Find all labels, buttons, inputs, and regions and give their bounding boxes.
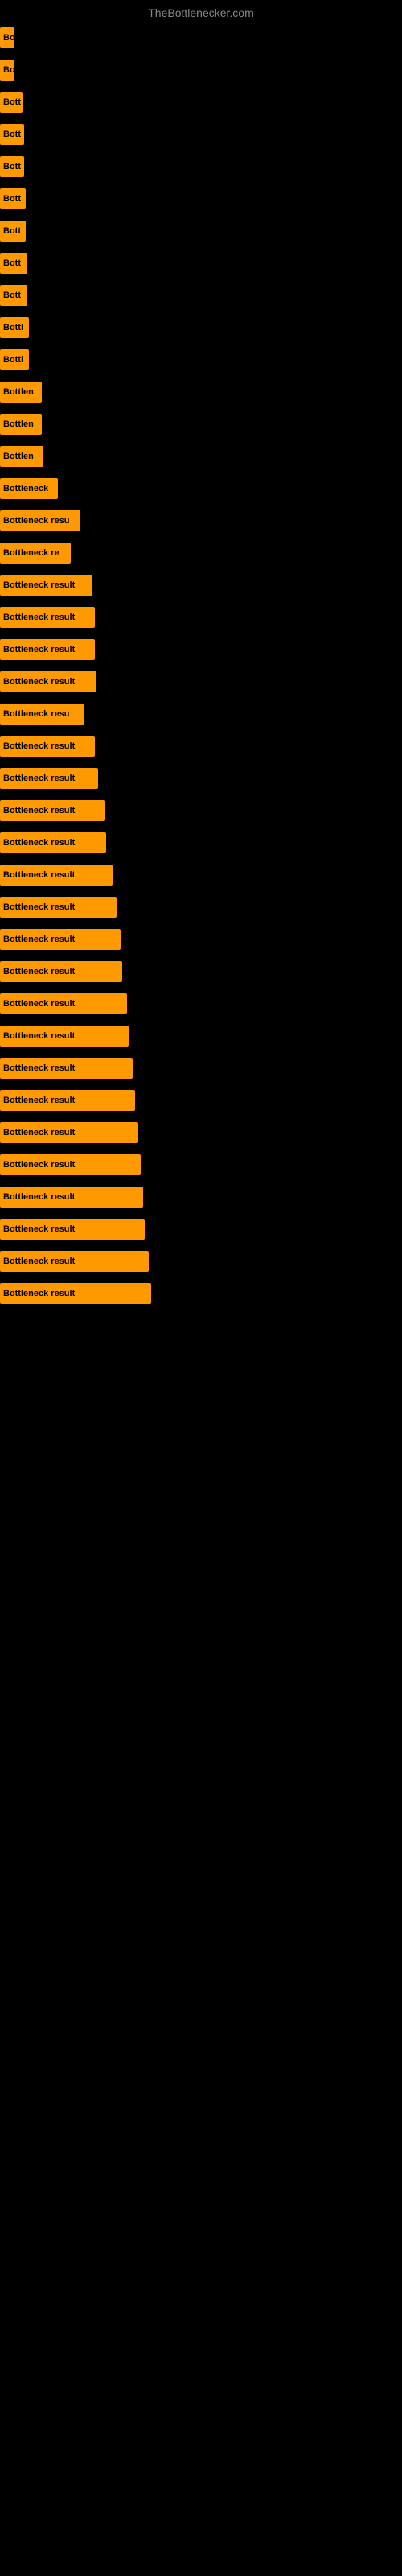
bar-label: Bott — [0, 156, 24, 177]
bar-label: Bottlen — [0, 414, 42, 435]
bar-row: Bottleneck result — [0, 956, 402, 987]
bar-label: Bottleneck result — [0, 993, 127, 1014]
bar-label: Bottleneck result — [0, 607, 95, 628]
bar-row: Bottlen — [0, 409, 402, 440]
bar-row: Bott — [0, 280, 402, 311]
bar-label: Bottl — [0, 317, 29, 338]
bar-label: Bottleneck result — [0, 1026, 129, 1046]
bar-row: Bottl — [0, 345, 402, 375]
bar-label: Bottleneck result — [0, 1187, 143, 1208]
bar-label: Bottlen — [0, 446, 43, 467]
bar-row: Bottleneck result — [0, 1246, 402, 1277]
bar-row: Bott — [0, 151, 402, 182]
bar-label: Bott — [0, 285, 27, 306]
bar-row: Bottleneck result — [0, 1021, 402, 1051]
bar-row: Bo — [0, 23, 402, 53]
bar-label: Bottleneck result — [0, 768, 98, 789]
bar-label: Bottl — [0, 349, 29, 370]
bar-row: Bott — [0, 184, 402, 214]
bar-row: Bottleneck result — [0, 828, 402, 858]
bar-row: Bottleneck result — [0, 989, 402, 1019]
bar-row: Bottleneck result — [0, 1085, 402, 1116]
bar-label: Bott — [0, 253, 27, 274]
bar-row: Bottlen — [0, 441, 402, 472]
bar-row: Bott — [0, 248, 402, 279]
bar-row: Bottleneck result — [0, 763, 402, 794]
bar-row: Bottleneck result — [0, 1278, 402, 1309]
bar-label: Bottleneck result — [0, 865, 113, 886]
bar-row: Bottleneck result — [0, 1150, 402, 1180]
bar-row: Bottleneck result — [0, 1182, 402, 1212]
site-title: TheBottlenecker.com — [0, 0, 402, 23]
bar-label: Bottleneck resu — [0, 510, 80, 531]
bar-label: Bottleneck result — [0, 1219, 145, 1240]
bar-label: Bottleneck result — [0, 897, 117, 918]
bar-row: Bottleneck result — [0, 634, 402, 665]
bar-row: Bottleneck result — [0, 924, 402, 955]
bar-label: Bottleneck result — [0, 1283, 151, 1304]
bar-row: Bottleneck result — [0, 570, 402, 601]
bar-row: Bottlen — [0, 377, 402, 407]
bar-row: Bott — [0, 87, 402, 118]
bar-row: Bottleneck result — [0, 731, 402, 762]
bar-label: Bottleneck resu — [0, 704, 84, 724]
bar-row: Bott — [0, 216, 402, 246]
bar-label: Bottleneck — [0, 478, 58, 499]
bar-row: Bottleneck result — [0, 1117, 402, 1148]
bar-row: Bottleneck resu — [0, 506, 402, 536]
bar-label: Bottleneck result — [0, 1154, 141, 1175]
bar-label: Bott — [0, 221, 26, 242]
bar-row: Bottleneck resu — [0, 699, 402, 729]
bar-label: Bottleneck result — [0, 736, 95, 757]
bar-row: Bottleneck re — [0, 538, 402, 568]
bar-label: Bottlen — [0, 382, 42, 402]
bar-label: Bo — [0, 27, 14, 48]
bar-label: Bottleneck result — [0, 639, 95, 660]
bar-row: Bottleneck result — [0, 892, 402, 923]
bar-row: Bottleneck result — [0, 602, 402, 633]
bar-row: Bottleneck result — [0, 1053, 402, 1084]
bar-label: Bottleneck result — [0, 1251, 149, 1272]
bar-row: Bottleneck result — [0, 1214, 402, 1245]
bar-row: Bottleneck result — [0, 795, 402, 826]
bar-row: Bottleneck result — [0, 667, 402, 697]
bar-label: Bottleneck result — [0, 832, 106, 853]
bar-label: Bottleneck re — [0, 543, 71, 564]
bar-label: Bottleneck result — [0, 671, 96, 692]
bar-label: Bottleneck result — [0, 929, 121, 950]
bar-label: Bottleneck result — [0, 1122, 138, 1143]
bar-row: Bottleneck result — [0, 860, 402, 890]
bar-label: Bottleneck result — [0, 1058, 133, 1079]
bar-label: Bottleneck result — [0, 800, 105, 821]
bar-row: Bo — [0, 55, 402, 85]
bar-label: Bo — [0, 60, 14, 80]
bars-container: Bo Bo Bott Bott Bott Bott Bott Bott Bott Bottl Bot… — [0, 23, 402, 1309]
bar-label: Bottleneck result — [0, 575, 92, 596]
bar-label: Bottleneck result — [0, 1090, 135, 1111]
bar-label: Bott — [0, 188, 26, 209]
bar-label: Bott — [0, 124, 24, 145]
bar-label: Bott — [0, 92, 23, 113]
bar-row: Bottl — [0, 312, 402, 343]
bar-row: Bottleneck — [0, 473, 402, 504]
bar-row: Bott — [0, 119, 402, 150]
bar-label: Bottleneck result — [0, 961, 122, 982]
